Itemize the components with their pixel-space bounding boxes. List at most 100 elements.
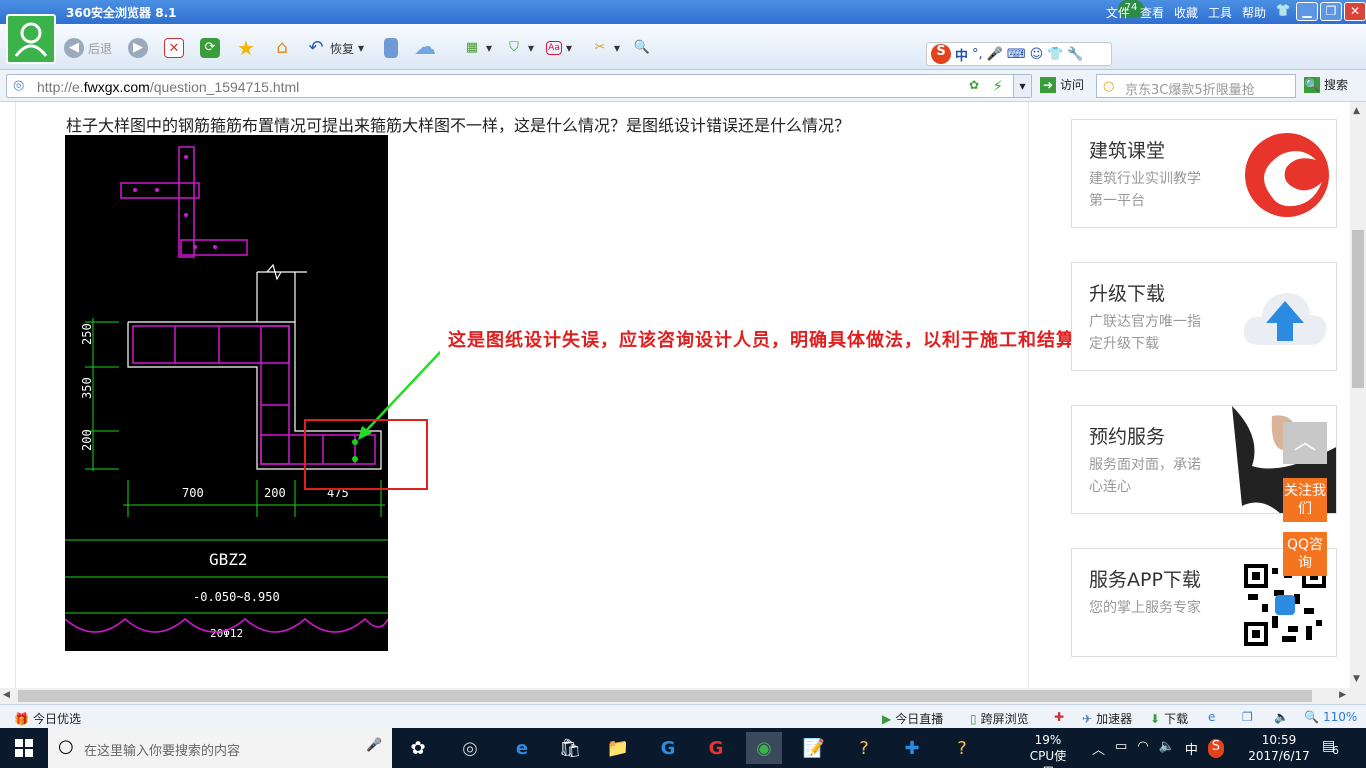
taskbar-app-pinwheel[interactable]: ✿ — [400, 732, 436, 764]
scroll-right-icon[interactable]: ▶ — [1339, 690, 1346, 700]
volume-button[interactable]: 🔈 — [1274, 710, 1289, 724]
dim-label-700: 700 — [182, 486, 204, 500]
scroll-left-icon[interactable]: ◀ — [3, 690, 10, 700]
taskbar-app-glodon-blue[interactable]: G — [650, 732, 686, 764]
title-bar: 360安全浏览器 8.1 74 文件 查看 收藏 工具 帮助 👕 ▁ ❐ ✕ — [0, 0, 1366, 24]
stop-button[interactable]: ✕ — [164, 36, 184, 60]
url-dropdown-icon[interactable]: ▾ — [1013, 75, 1031, 97]
phone-icon: ▯ — [970, 711, 977, 726]
shield-button[interactable]: ⛉ ▾ — [504, 36, 534, 60]
battery-icon[interactable]: ▭ — [1115, 739, 1127, 758]
close-button[interactable]: ✕ — [1344, 2, 1366, 21]
home-icon: ⌂ — [276, 37, 288, 58]
cpu-meter[interactable]: 19% CPU使用 — [1024, 732, 1072, 780]
system-tray: ︿ ▭ ◠ 🔈 中 S — [1092, 739, 1224, 758]
shield-icon: ⛉ — [509, 40, 519, 55]
taskbar-app-store[interactable]: 🛍 — [552, 732, 588, 764]
ime-toolbar[interactable]: S 中 °, 🎤 ⌨ ☺ 👕 🔧 — [926, 42, 1112, 66]
volume-icon[interactable]: 🔈 — [1159, 739, 1175, 758]
home-button[interactable]: ⌂ — [272, 36, 292, 60]
restore-button[interactable]: ↶ 恢复 ▾ — [306, 36, 364, 60]
menu-view[interactable]: 查看 — [1140, 4, 1164, 21]
menu-file[interactable]: 文件 — [1106, 4, 1130, 21]
stop-icon: ✕ — [164, 38, 184, 58]
taskbar-app-help[interactable]: ? — [846, 732, 882, 764]
wifi-icon[interactable]: ◠ — [1137, 739, 1148, 758]
cross-screen-link[interactable]: ▯ 跨屏浏览 — [970, 710, 1029, 727]
magnifier-icon: 🔍 — [633, 40, 651, 55]
download-link[interactable]: ⬇ 下载 — [1150, 710, 1188, 727]
maximize-button[interactable]: ❐ — [1320, 2, 1342, 21]
taskbar-app-cross[interactable]: ✚ — [894, 732, 930, 764]
search-button[interactable]: 🔍 搜索 — [1304, 76, 1348, 93]
medkit-button[interactable]: ✚ — [1054, 710, 1064, 724]
search-icon: 🔍 — [1304, 76, 1320, 93]
user-avatar[interactable] — [6, 14, 56, 64]
minimize-button[interactable]: ▁ — [1296, 2, 1318, 21]
taskbar-app-360browser[interactable]: ◉ — [746, 732, 782, 764]
status-bar: 🎁 今日优选 ▶ 今日直播 ▯ 跨屏浏览 ✚ ✈ 加速器 ⬇ 下载 e ❐ 🔈 🔍 110% — [0, 704, 1366, 728]
live-link[interactable]: ▶ 今日直播 — [882, 710, 943, 727]
taskbar: ○ 在这里输入你要搜索的内容 🎤 ✿ ◎ e 🛍 📁 G G ◉ 📝 ? ✚ ?… — [0, 728, 1366, 779]
clock[interactable]: 10:59 2017/6/17 — [1246, 732, 1312, 764]
screenshot-button[interactable]: ✂ ▾ — [590, 36, 620, 60]
globe-icon: ◎ — [13, 78, 25, 93]
sidebar-card-classroom[interactable]: 建筑课堂 建筑行业实训教学第一平台 — [1071, 119, 1337, 228]
apps-button[interactable]: ▦ ▾ — [462, 36, 492, 60]
window-button[interactable]: ❐ — [1242, 710, 1253, 724]
ie-button[interactable]: e — [1208, 710, 1215, 724]
tray-chevron-up-icon[interactable]: ︿ — [1092, 739, 1105, 758]
forward-button[interactable]: ▶ — [128, 36, 148, 60]
menu-favorites[interactable]: 收藏 — [1174, 4, 1198, 21]
qq-consult-button[interactable]: QQ咨询 — [1283, 532, 1327, 576]
taskbar-app-notes[interactable]: 📝 — [796, 732, 832, 764]
scissors-icon: ✂ — [594, 40, 606, 55]
taskbar-app-help2[interactable]: ? — [944, 732, 980, 764]
apps-icon: ▦ — [465, 40, 479, 55]
visit-button[interactable]: ➜ 访问 — [1040, 76, 1084, 93]
daily-picks-link[interactable]: 🎁 今日优选 — [14, 710, 81, 727]
hscroll-thumb[interactable] — [18, 690, 1312, 702]
back-to-top-button[interactable]: ︿ — [1283, 422, 1327, 464]
taskbar-app-edge[interactable]: e — [504, 732, 540, 764]
zoom-button[interactable]: 🔍 — [632, 36, 652, 60]
rocket-icon: ✈ — [1082, 711, 1093, 726]
url-input[interactable]: ◎ http://e.fwxgx.com/question_1594715.ht… — [6, 74, 1032, 98]
taskbar-app-explorer[interactable]: 📁 — [600, 732, 636, 764]
play-icon: ▶ — [882, 711, 892, 726]
scroll-up-icon[interactable]: ▲ — [1353, 106, 1360, 116]
zoom-level[interactable]: 🔍 110% — [1304, 710, 1357, 724]
back-button[interactable]: ◀ 后退 — [64, 36, 112, 60]
accelerator-link[interactable]: ✈ 加速器 — [1082, 710, 1132, 727]
vertical-scrollbar[interactable]: ▲ ▼ — [1350, 102, 1366, 688]
favorite-button[interactable]: ★ — [236, 36, 256, 60]
search-input[interactable]: ○ 京东3C爆款5折限量抢 — [1096, 74, 1296, 98]
refresh-button[interactable]: ⟳ — [200, 36, 220, 60]
taskbar-search[interactable]: ○ 在这里输入你要搜索的内容 🎤 — [48, 728, 392, 768]
menu-help[interactable]: 帮助 — [1242, 4, 1266, 21]
skin-icon[interactable]: 👕 — [1272, 2, 1294, 21]
taskbar-app-swirl[interactable]: ◎ — [452, 732, 488, 764]
follow-us-button[interactable]: 关注我们 — [1283, 478, 1327, 522]
sidebar-card-upgrade[interactable]: 升级下载 广联达官方唯一指定升级下载 — [1071, 262, 1337, 371]
annotation-overlay — [304, 350, 440, 490]
scroll-thumb[interactable] — [1352, 230, 1364, 388]
translate-button[interactable]: Aa ▾ — [546, 36, 572, 60]
horizontal-scrollbar[interactable]: ◀ ▶ — [0, 688, 1366, 704]
loading-icon: ✿ — [968, 78, 979, 92]
menu-tools[interactable]: 工具 — [1208, 4, 1232, 21]
taskbar-app-glodon-red[interactable]: G — [698, 732, 734, 764]
punct-icon: °, — [972, 46, 983, 62]
elevation-range: -0.050~8.950 — [193, 590, 280, 604]
start-button[interactable] — [0, 728, 48, 768]
scroll-down-icon[interactable]: ▼ — [1353, 674, 1360, 684]
action-center-button[interactable]: ▤ 6 — [1322, 738, 1346, 758]
sogou-tray-icon[interactable]: S — [1207, 739, 1224, 758]
cloud-button[interactable]: ☁ — [414, 36, 436, 60]
lightning-icon[interactable]: ⚡ — [992, 77, 1003, 95]
translate-icon: Aa — [546, 41, 562, 55]
phone-button[interactable] — [384, 36, 398, 60]
forward-arrow-icon: ▶ — [128, 38, 148, 58]
column-divider — [1028, 102, 1029, 688]
ie-icon: e — [1208, 710, 1216, 724]
